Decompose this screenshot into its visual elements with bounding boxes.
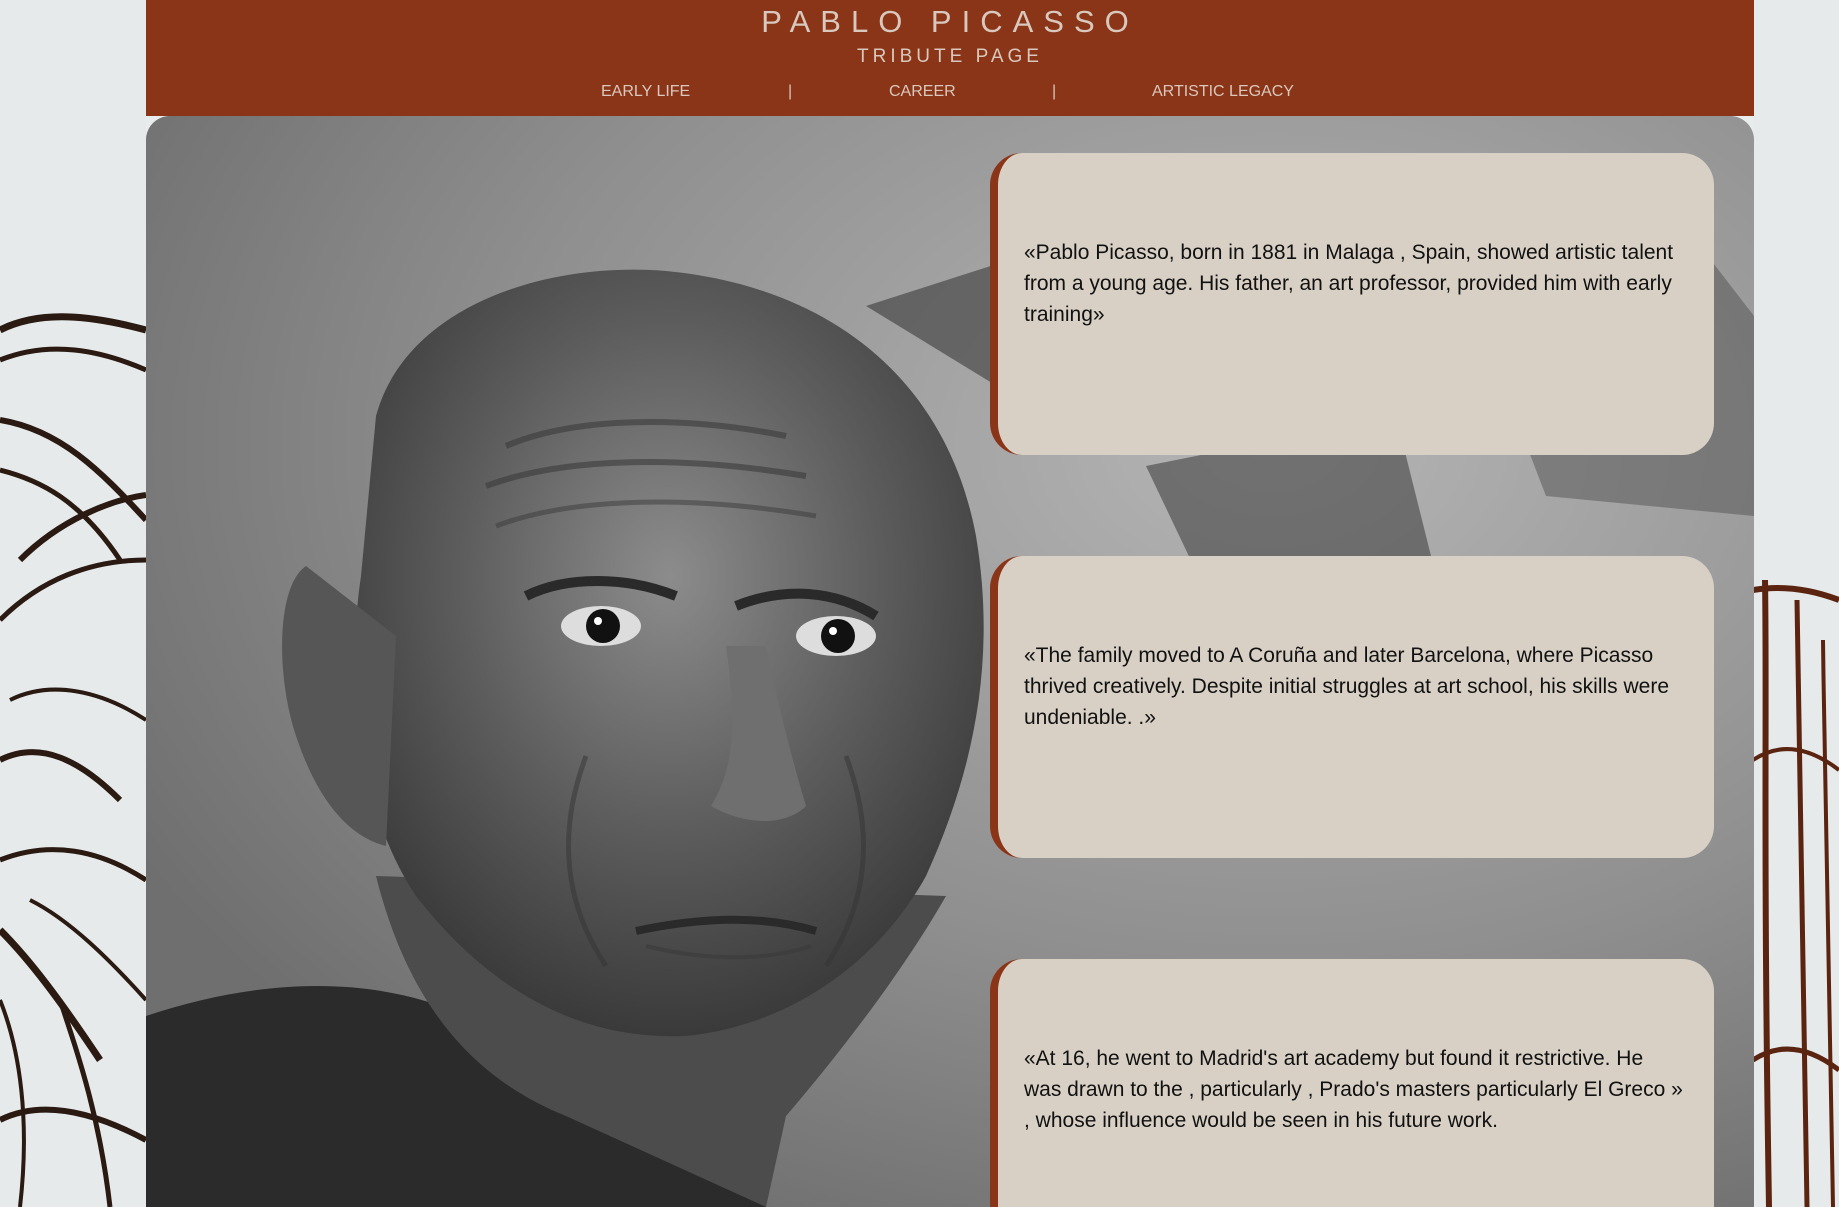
nav-link-artistic-legacy[interactable]: ARTISTIC LEGACY <box>1152 83 1294 101</box>
card-text: «The family moved to A Coruña and later … <box>1024 644 1670 729</box>
background-painting-left <box>0 0 146 1207</box>
page-subtitle: TRIBUTE PAGE <box>857 46 1043 67</box>
nav-separator: | <box>788 83 793 100</box>
page-title: PABLO PICASSO <box>761 4 1139 39</box>
site-header: PABLO PICASSO TRIBUTE PAGE EARLY LIFE | … <box>146 0 1754 116</box>
info-card: «At 16, he went to Madrid's art academy … <box>990 959 1714 1207</box>
background-painting-right <box>1753 0 1839 1207</box>
card-text: «At 16, he went to Madrid's art academy … <box>1024 1047 1683 1132</box>
card-text: «Pablo Picasso, born in 1881 in Malaga ,… <box>1024 241 1674 326</box>
nav-link-early-life[interactable]: EARLY LIFE <box>601 83 690 101</box>
nav-link-career[interactable]: CAREER <box>889 83 956 101</box>
main-nav: EARLY LIFE | CAREER | ARTISTIC LEGACY <box>146 83 1754 103</box>
info-card: «The family moved to A Coruña and later … <box>990 556 1714 858</box>
nav-separator: | <box>1052 83 1057 100</box>
info-card: «Pablo Picasso, born in 1881 in Malaga ,… <box>990 153 1714 455</box>
main-content: «Pablo Picasso, born in 1881 in Malaga ,… <box>146 116 1754 1207</box>
